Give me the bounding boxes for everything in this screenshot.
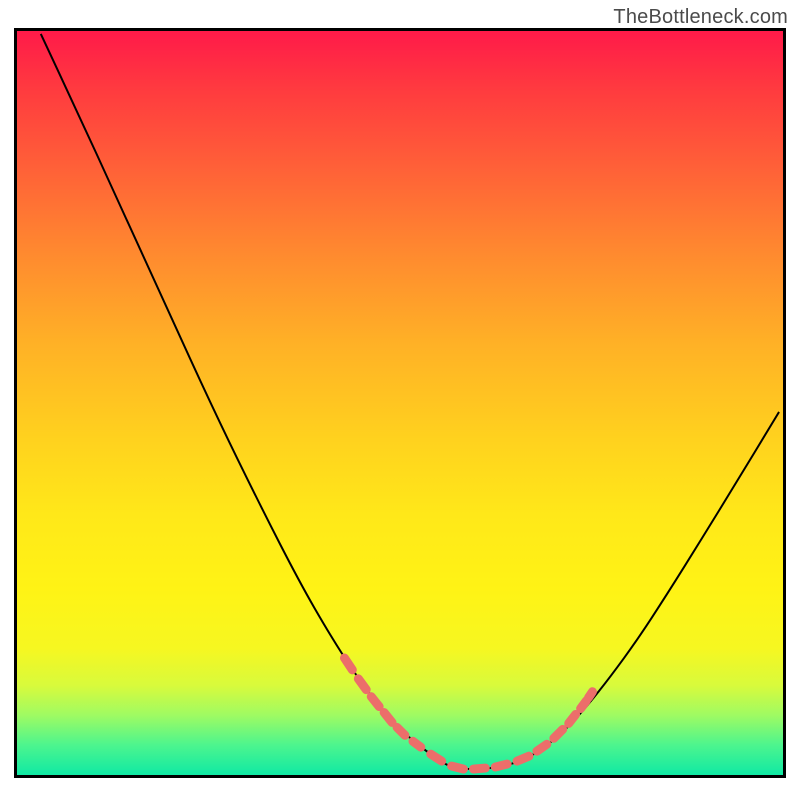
dot-segment	[495, 764, 507, 767]
watermark-text: TheBottleneck.com	[613, 6, 788, 29]
dot-segment	[554, 729, 563, 738]
dot-segment	[431, 754, 442, 761]
chart-svg	[17, 31, 783, 775]
dot-segment	[569, 714, 576, 723]
dotted-overlay	[344, 658, 592, 769]
dot-segment	[344, 658, 352, 670]
dot-segment	[537, 744, 547, 751]
plot-area	[14, 28, 786, 778]
dot-segment	[452, 766, 464, 769]
chart-container	[0, 28, 800, 800]
dot-segment	[589, 692, 593, 698]
dot-segment	[473, 768, 485, 769]
dot-segment	[397, 727, 405, 735]
dot-segment	[581, 701, 587, 709]
v-curve	[41, 34, 779, 769]
dot-segment	[358, 679, 366, 690]
dot-segment	[371, 697, 379, 707]
dot-segment	[517, 756, 529, 761]
dot-segment	[384, 713, 392, 723]
dot-segment	[413, 741, 421, 747]
